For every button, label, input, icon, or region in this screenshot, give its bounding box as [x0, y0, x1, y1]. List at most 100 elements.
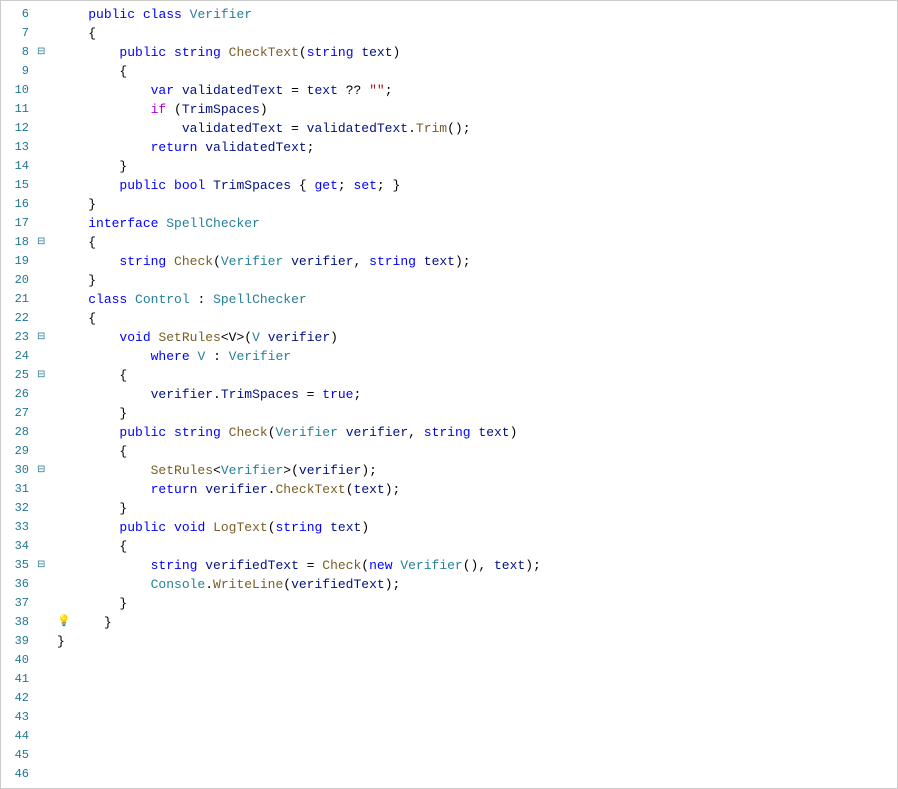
- code-token: ??: [338, 81, 369, 100]
- code-token: (: [213, 252, 221, 271]
- code-token: [182, 5, 190, 24]
- code-line: public string Check(Verifier verifier, s…: [57, 423, 897, 442]
- code-token: verifiedText: [205, 556, 299, 575]
- code-token: [221, 43, 229, 62]
- code-token: text: [330, 518, 361, 537]
- fold-gutter-cell: [37, 100, 53, 119]
- code-token: true: [322, 385, 353, 404]
- code-token: {: [57, 309, 96, 328]
- code-token: SpellChecker: [166, 214, 260, 233]
- code-area: 6789101112131415161718192021222324252627…: [1, 1, 897, 788]
- line-number: 8: [1, 43, 29, 62]
- code-token: verifier: [346, 423, 408, 442]
- code-token: }: [57, 271, 96, 290]
- code-line: public string CheckText(string text): [57, 43, 897, 62]
- code-token: }: [57, 499, 127, 518]
- code-token: ,: [354, 252, 370, 271]
- line-number: 38: [1, 613, 29, 632]
- code-token: [166, 252, 174, 271]
- code-line: return validatedText;: [57, 138, 897, 157]
- code-token: .: [268, 480, 276, 499]
- code-token: >(: [283, 461, 299, 480]
- code-token: {: [57, 62, 127, 81]
- code-token: Check: [229, 423, 268, 442]
- code-token: =: [299, 556, 322, 575]
- code-token: [127, 290, 135, 309]
- code-token: TrimSpaces: [213, 176, 291, 195]
- code-token: string: [276, 518, 323, 537]
- line-number: 29: [1, 442, 29, 461]
- code-token: LogText: [213, 518, 268, 537]
- code-token: public: [119, 176, 166, 195]
- code-line: void SetRules<V>(V verifier): [57, 328, 897, 347]
- code-token: (: [346, 480, 354, 499]
- code-line: if (TrimSpaces): [57, 100, 897, 119]
- line-number: 16: [1, 195, 29, 214]
- fold-icon[interactable]: ⊟: [37, 366, 45, 385]
- line-number: 21: [1, 290, 29, 309]
- code-line: interface SpellChecker: [57, 214, 897, 233]
- code-token: );: [385, 575, 401, 594]
- code-line: public void LogText(string text): [57, 518, 897, 537]
- code-token: SetRules: [151, 461, 213, 480]
- code-token: <: [213, 461, 221, 480]
- code-token: text: [361, 43, 392, 62]
- code-token: [57, 385, 151, 404]
- fold-icon[interactable]: ⊟: [37, 328, 45, 347]
- code-token: [57, 556, 151, 575]
- code-token: [57, 328, 119, 347]
- code-token: V: [197, 347, 205, 366]
- code-token: CheckText: [229, 43, 299, 62]
- fold-icon[interactable]: ⊟: [37, 461, 45, 480]
- line-number: 7: [1, 24, 29, 43]
- code-token: [57, 290, 88, 309]
- fold-icon[interactable]: ⊟: [37, 556, 45, 575]
- code-line: SetRules<Verifier>(verifier);: [57, 461, 897, 480]
- code-token: (: [166, 100, 182, 119]
- line-number: 14: [1, 157, 29, 176]
- line-number: 43: [1, 708, 29, 727]
- code-token: [166, 43, 174, 62]
- code-token: ): [393, 43, 401, 62]
- code-token: [57, 138, 151, 157]
- line-number: 9: [1, 62, 29, 81]
- line-number: 25: [1, 366, 29, 385]
- code-token: {: [57, 24, 96, 43]
- line-number: 44: [1, 727, 29, 746]
- line-number: 34: [1, 537, 29, 556]
- fold-gutter-cell: [37, 252, 53, 271]
- fold-gutter-cell: [37, 423, 53, 442]
- code-token: [221, 423, 229, 442]
- fold-gutter-cell: [37, 81, 53, 100]
- code-line: }: [57, 404, 897, 423]
- fold-gutter-cell: ⊟: [37, 556, 53, 575]
- fold-icon[interactable]: ⊟: [37, 233, 45, 252]
- code-token: [57, 575, 151, 594]
- code-token: Console: [151, 575, 206, 594]
- code-line: {: [57, 309, 897, 328]
- fold-gutter-cell: ⊟: [37, 233, 53, 252]
- code-token: public: [119, 518, 166, 537]
- fold-gutter-cell: [37, 499, 53, 518]
- code-token: [416, 252, 424, 271]
- code-token: [197, 556, 205, 575]
- line-number: 41: [1, 670, 29, 689]
- fold-gutter-cell: [37, 651, 53, 670]
- code-token: [57, 423, 119, 442]
- code-token: }: [73, 613, 112, 632]
- code-token: }: [57, 157, 127, 176]
- code-token: text: [478, 423, 509, 442]
- code-token: [135, 5, 143, 24]
- fold-icon[interactable]: ⊟: [37, 43, 45, 62]
- code-token: text: [307, 81, 338, 100]
- code-token: bool: [174, 176, 205, 195]
- code-token: new: [369, 556, 392, 575]
- line-number: 40: [1, 651, 29, 670]
- fold-gutter-cell: ⊟: [37, 43, 53, 62]
- code-token: WriteLine: [213, 575, 283, 594]
- code-token: [283, 252, 291, 271]
- line-number: 12: [1, 119, 29, 138]
- code-token: validatedText: [205, 138, 306, 157]
- code-token: ): [260, 100, 268, 119]
- fold-gutter-cell: [37, 347, 53, 366]
